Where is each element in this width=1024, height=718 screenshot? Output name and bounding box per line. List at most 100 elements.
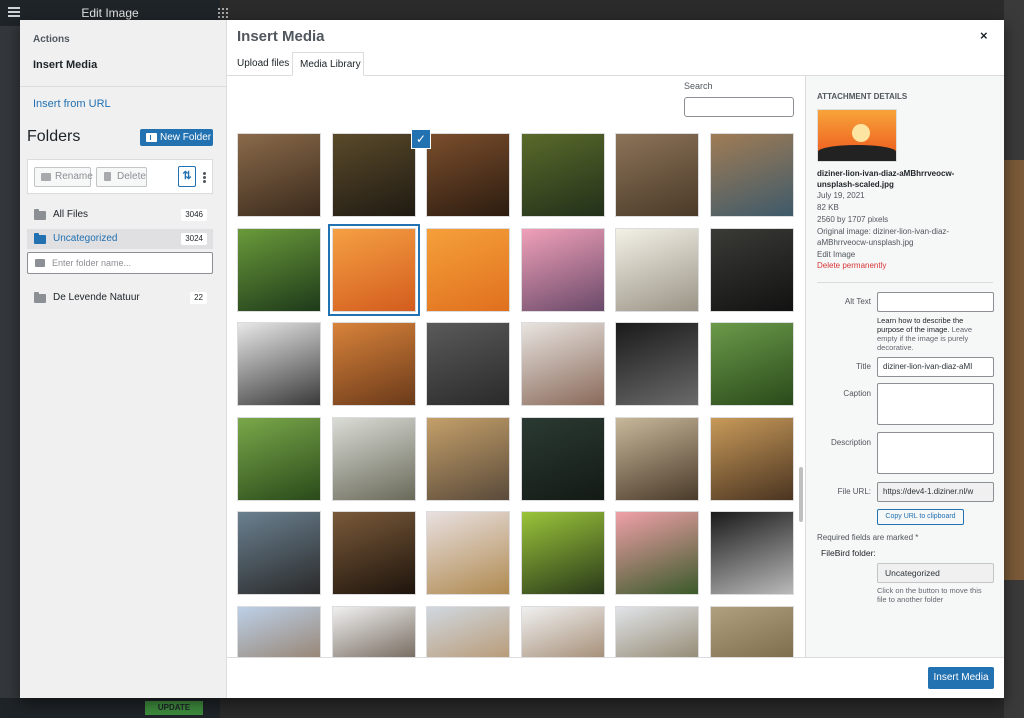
media-tile-elephant-bw[interactable] [710,511,794,595]
delete-permanently-link[interactable]: Delete permanently [817,261,886,270]
media-tile-buffalo-moody[interactable] [237,511,321,595]
folder-uncategorized[interactable]: Uncategorized 3024 [27,229,213,249]
media-tile-lion-dark[interactable] [521,417,605,501]
media-tile-buffalo-bw[interactable] [237,322,321,406]
editor-canvas-edge [1004,0,1024,718]
title-input[interactable]: diziner-lion-ivan-diaz-aMI [877,357,994,377]
folder-name-input[interactable]: Enter folder name... [27,252,213,274]
caption-label: Caption [843,389,871,398]
media-tile-cheetah-green[interactable] [710,322,794,406]
menu-insert-from-url[interactable]: Insert from URL [33,98,111,110]
media-tile-lions-fighting[interactable] [332,322,416,406]
canvas-photo [1004,160,1024,580]
editor-left-panel [0,26,20,718]
insert-media-button[interactable]: Insert Media [928,667,994,689]
tab-upload-files[interactable]: Upload files [237,52,293,76]
new-folder-button[interactable]: New Folder [140,129,213,146]
attachment-date: July 19, 2021 [817,191,865,200]
modal-footer [227,657,1004,698]
attachment-dimensions: 2560 by 1707 pixels [817,215,889,224]
folders-title: Folders [27,128,81,145]
title-label: Title [856,362,871,371]
media-tile-landscape-hills[interactable] [426,606,510,657]
thumbnail-sun [852,124,870,142]
folder-input-placeholder: Enter folder name... [52,258,132,268]
media-tile-elephant-sunset[interactable] [426,228,510,312]
copy-url-button[interactable]: Copy URL to clipboard [877,509,964,525]
folder-count: 3046 [181,209,207,221]
edit-image-link[interactable]: Edit Image [817,249,997,260]
media-tile-leopard-tree[interactable] [332,606,416,657]
editor-bottombar: UPDATE [0,698,220,718]
folder-name: Uncategorized [53,233,118,244]
folder-name: De Levende Natuur [53,292,140,303]
folder-count: 3024 [181,233,207,245]
filebird-help: Click on the button to move this file to… [877,586,982,604]
description-textarea[interactable] [877,432,994,474]
media-tile-giraffe-woods[interactable] [710,606,794,657]
folder-all-files[interactable]: All Files 3046 [27,205,213,225]
media-tile-buffalo-pink-sky[interactable] [521,228,605,312]
search-input[interactable] [684,97,794,117]
media-tile-lion-sunset[interactable] [328,224,420,316]
media-tile-elephant-cloudy[interactable] [426,322,510,406]
media-tile-lioness-resting[interactable] [237,133,321,217]
rename-button[interactable]: Rename [34,167,93,187]
update-button[interactable]: UPDATE [145,701,203,715]
actions-heading: Actions [33,34,70,45]
media-tile-rhino-grass[interactable] [615,417,699,501]
required-note: Required fields are marked * [817,533,919,542]
delete-button[interactable]: Delete [96,167,147,187]
filebird-folder-button[interactable]: Uncategorized [877,563,994,583]
close-icon[interactable]: × [980,28,988,43]
media-tile-cheetah-running[interactable] [237,417,321,501]
alt-text-label: Alt Text [844,297,871,306]
media-tile-elephant-fog[interactable] [615,228,699,312]
media-tile-elephants-tusks[interactable] [615,322,699,406]
grid-scrollbar[interactable] [799,467,803,522]
media-tile-wildcat-blur[interactable] [426,133,510,217]
alt-text-input[interactable] [877,292,994,312]
folder-de-levende-natuur[interactable]: De Levende Natuur 22 [27,288,213,308]
attachment-details: ATTACHMENT DETAILS diziner-lion-ivan-dia… [805,76,1004,657]
media-tile-giraffe-trees[interactable] [615,606,699,657]
media-tile-bamboo-canopy[interactable] [237,228,321,312]
more-options-icon[interactable] [203,176,206,179]
folder-name: All Files [53,209,89,220]
media-tile-rhino-closeup[interactable] [615,133,699,217]
tab-media-library[interactable]: Media Library [292,52,364,76]
apps-grid-icon[interactable] [217,7,228,18]
attachment-filename: diziner-lion-ivan-diaz-aMBhrrveocw-unspl… [817,169,955,189]
media-tile-elephants-walking[interactable] [332,417,416,501]
media-tile-elephant-family[interactable] [426,417,510,501]
media-tile-savanna-mountain[interactable] [237,606,321,657]
caption-textarea[interactable] [877,383,994,425]
media-tile-leopard-in-grass[interactable] [332,133,416,217]
media-tile-rhino-dark[interactable] [710,228,794,312]
menu-insert-media[interactable]: Insert Media [33,59,97,71]
modal-title: Insert Media [237,28,325,45]
media-tile-lion-face[interactable] [332,511,416,595]
media-tile-leopard-lying[interactable] [710,133,794,217]
original-image-line1: Original image: diziner-lion-ivan-diaz- [817,227,950,236]
original-image-line2: aMBhrrveocw-unsplash.jpg [817,238,914,247]
sidebar-divider [20,86,226,87]
folder-icon [34,209,46,220]
details-heading: ATTACHMENT DETAILS [817,92,908,101]
attachment-thumbnail [817,109,897,162]
media-tile-leopard-grass-green[interactable] [521,133,605,217]
thumbnail-silhouette [818,145,896,161]
file-url-input[interactable]: https://dev4-1.diziner.nl/w [877,482,994,502]
media-tile-bison-green[interactable] [521,511,605,595]
selected-check-icon[interactable]: ✓ [412,130,430,148]
media-tile-bison-snow[interactable] [521,606,605,657]
media-tabs: Upload files Media Library [227,52,1004,76]
media-tile-elephants-pink[interactable] [615,511,699,595]
media-tile-bison-grass[interactable] [710,417,794,501]
rename-label: Rename [55,171,93,182]
alt-text-help: Learn how to describe the purpose of the… [877,316,992,352]
media-tile-giraffe-neck[interactable] [426,511,510,595]
media-tile-lion-rock[interactable] [521,322,605,406]
sort-icon[interactable]: ⇅ [178,166,196,187]
media-sidebar: Actions Insert Media Insert from URL Fol… [20,20,227,698]
